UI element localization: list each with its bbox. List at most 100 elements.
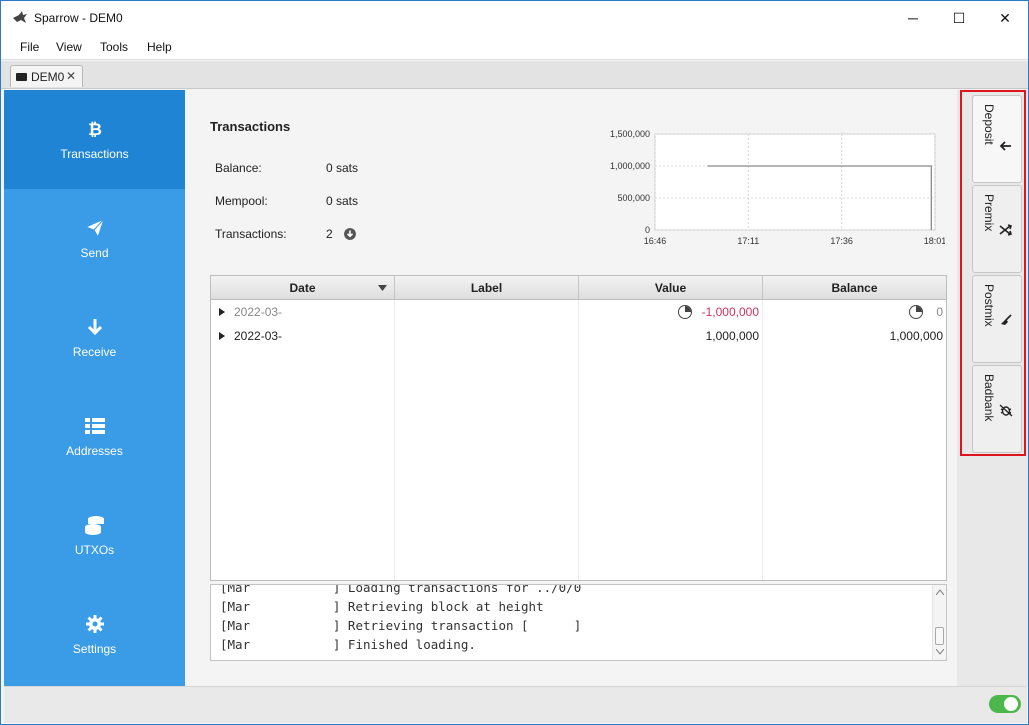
menu-help[interactable]: Help <box>147 40 172 54</box>
sidebar: ₿ Transactions Send Receive Addresses UT… <box>4 90 185 686</box>
chart-x-tick-label: 18:01 <box>924 236 945 246</box>
sidebar-item-label: UTXOs <box>74 543 115 557</box>
window-title: Sparrow - DEM0 <box>34 11 123 25</box>
status-bar <box>4 686 1027 723</box>
sparrow-logo-icon <box>13 11 27 23</box>
bug-icon <box>999 404 1013 417</box>
minimize-button[interactable]: ─ <box>890 1 936 35</box>
chart-y-tick-label: 1,500,000 <box>610 129 650 139</box>
chart-x-tick-label: 17:11 <box>737 236 759 246</box>
chart-y-tick-label: 0 <box>645 225 650 235</box>
wallet-tab-bar: DEM0 ✕ <box>1 61 1028 89</box>
transactions-panel: Transactions Balance: 0 sats Mempool: 0 … <box>185 90 957 686</box>
log-line: [Mar ] Retrieving transaction [ ] <box>220 618 582 633</box>
close-icon: ✕ <box>999 9 1011 26</box>
tab-postmix[interactable]: Postmix <box>972 275 1022 363</box>
sidebar-item-send[interactable]: Send <box>4 189 185 288</box>
row-date: 2022-03- <box>234 329 283 343</box>
page-title: Transactions <box>210 119 291 134</box>
expand-row-icon[interactable] <box>219 332 225 340</box>
tab-badbank[interactable]: Badbank <box>972 365 1022 453</box>
mempool-value: 0 sats <box>326 194 359 208</box>
table-row[interactable]: 2022-03- 1,000,000 1,000,000 <box>211 324 946 348</box>
wallet-tab[interactable]: DEM0 ✕ <box>10 65 83 87</box>
menu-file[interactable]: File <box>20 40 39 54</box>
arrow-down-icon <box>87 319 102 336</box>
transactions-table: Date Label Value Balance 2022-03- -1,000… <box>210 275 947 581</box>
transactions-count-label: Transactions: <box>215 227 287 241</box>
minimize-icon: ─ <box>908 10 918 26</box>
chart-y-tick-label: 1,000,000 <box>610 161 650 171</box>
column-header-label[interactable]: Label <box>395 276 579 300</box>
menu-view[interactable]: View <box>56 40 82 54</box>
paper-plane-icon <box>84 218 105 238</box>
scrollbar-thumb[interactable] <box>935 627 944 645</box>
log-scrollbar[interactable] <box>932 585 946 660</box>
list-icon <box>84 418 105 434</box>
chart-x-tick-label: 17:36 <box>830 236 853 246</box>
arrow-left-icon <box>999 141 1011 151</box>
tab-deposit[interactable]: Deposit <box>972 95 1022 183</box>
sidebar-item-label: Transactions <box>60 147 129 161</box>
connection-toggle[interactable] <box>989 695 1021 713</box>
row-date: 2022-03- <box>234 305 283 319</box>
toggle-knob <box>1004 697 1018 711</box>
tab-badbank-label: Badbank <box>982 374 996 422</box>
close-tab-icon[interactable]: ✕ <box>66 69 76 83</box>
balance-chart: 0 500,000 1,000,000 1,500,000 16:46 17:11 17:… <box>610 129 945 246</box>
column-header-value[interactable]: Value <box>579 276 763 300</box>
pending-confirmation-icon <box>678 305 692 319</box>
sidebar-item-settings[interactable]: Settings <box>4 585 185 684</box>
sidebar-item-label: Settings <box>72 642 117 656</box>
tab-deposit-label: Deposit <box>982 104 996 145</box>
gear-icon <box>85 615 104 633</box>
coins-icon <box>84 516 104 535</box>
transactions-count-value: 2 <box>326 227 333 241</box>
download-icon[interactable] <box>344 228 356 240</box>
tab-premix[interactable]: Premix <box>972 185 1022 273</box>
expand-row-icon[interactable] <box>219 308 225 316</box>
log-console[interactable]: [Mar ] Loading transactions for ../0/0 [… <box>210 584 947 661</box>
sidebar-item-label: Send <box>80 246 109 260</box>
shuffle-icon <box>999 224 1013 236</box>
menu-tools[interactable]: Tools <box>100 40 128 54</box>
svg-text:₿: ₿ <box>88 120 102 139</box>
account-tabs: Deposit Premix Postmix Badbank <box>957 90 1028 686</box>
column-header-balance[interactable]: Balance <box>763 276 946 300</box>
title-bar: Sparrow - DEM0 ─ ☐ ✕ <box>1 1 1028 35</box>
column-header-date[interactable]: Date <box>211 276 395 300</box>
balance-value: 0 sats <box>326 161 359 175</box>
sidebar-item-utxos[interactable]: UTXOs <box>4 486 185 585</box>
sidebar-item-transactions[interactable]: ₿ Transactions <box>4 90 185 189</box>
sort-descending-icon <box>378 285 387 291</box>
row-value: 1,000,000 <box>705 329 759 343</box>
maximize-icon: ☐ <box>952 9 966 26</box>
mempool-label: Mempool: <box>215 194 268 208</box>
row-balance: 0 <box>936 305 943 319</box>
log-line: [Mar ] Retrieving block at height <box>220 599 544 614</box>
sidebar-item-label: Addresses <box>66 444 123 458</box>
chart-x-tick-label: 16:46 <box>644 236 667 246</box>
sidebar-item-receive[interactable]: Receive <box>4 288 185 387</box>
pending-confirmation-icon <box>909 305 923 319</box>
table-header: Date Label Value Balance <box>211 276 946 300</box>
chart-y-tick-label: 500,000 <box>617 193 650 203</box>
log-line: [Mar ] Finished loading. <box>220 637 476 652</box>
bitcoin-icon: ₿ <box>88 120 102 139</box>
tab-postmix-label: Postmix <box>982 284 996 327</box>
wallet-icon <box>16 73 27 81</box>
chart-plot-area <box>654 133 936 231</box>
scroll-up-icon[interactable] <box>936 589 944 595</box>
menu-bar: File View Tools Help <box>1 35 1028 60</box>
sidebar-item-addresses[interactable]: Addresses <box>4 387 185 486</box>
balance-label: Balance: <box>215 161 262 175</box>
scroll-down-icon[interactable] <box>936 649 944 655</box>
app-window: Sparrow - DEM0 ─ ☐ ✕ File View Tools Hel… <box>0 0 1029 725</box>
wallet-tab-label: DEM0 <box>31 70 65 84</box>
log-line: [Mar ] Loading transactions for ../0/0 <box>220 584 582 595</box>
table-row[interactable]: 2022-03- -1,000,000 0 <box>211 300 946 324</box>
close-window-button[interactable]: ✕ <box>982 1 1028 35</box>
tab-premix-label: Premix <box>982 194 996 232</box>
chart-grid <box>654 133 936 231</box>
maximize-button[interactable]: ☐ <box>936 1 982 35</box>
